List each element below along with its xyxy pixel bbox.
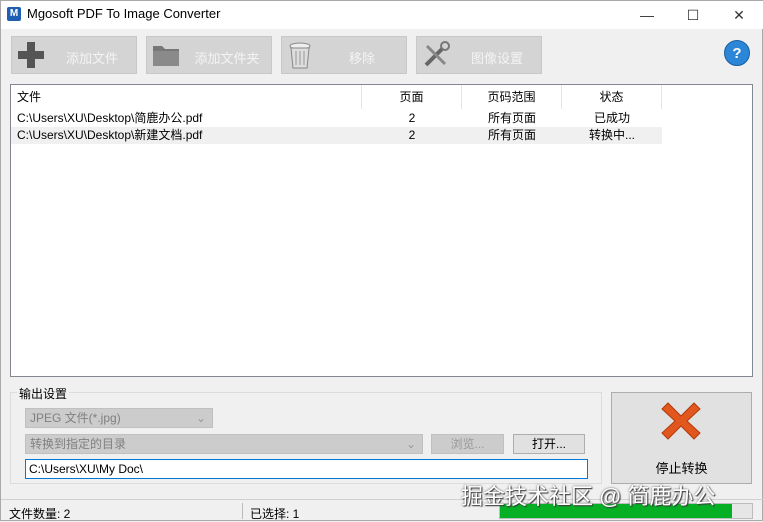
- column-header-range[interactable]: 页码范围: [462, 85, 562, 109]
- file-path: C:\Users\XU\Desktop\简鹿办公.pdf: [17, 111, 203, 125]
- close-button[interactable]: ✕: [716, 3, 762, 27]
- remove-label: 移除: [348, 51, 375, 66]
- trash-icon: [289, 42, 311, 69]
- destination-select[interactable]: 转换到指定的目录 ⌄: [25, 434, 423, 454]
- output-path-input[interactable]: C:\Users\XU\My Doc\: [25, 459, 588, 479]
- divider: [242, 503, 243, 519]
- maximize-button[interactable]: ☐: [670, 3, 716, 27]
- status: 转换中...: [588, 128, 635, 142]
- destination-value: 转换到指定的目录: [30, 437, 127, 451]
- stop-conversion-button[interactable]: 停止转换: [611, 392, 752, 484]
- status: 已成功: [593, 111, 630, 125]
- tools-icon: [424, 41, 450, 67]
- folder-icon: [153, 46, 179, 66]
- chevron-down-icon: ⌄: [405, 437, 416, 451]
- image-settings-label: 图像设置: [470, 51, 523, 66]
- add-folder-label: 添加文件夹: [194, 51, 260, 66]
- file-path: C:\Users\XU\Desktop\新建文档.pdf: [17, 128, 203, 142]
- window-title: Mgosoft PDF To Image Converter: [27, 6, 221, 21]
- column-header-file[interactable]: 文件: [11, 85, 362, 109]
- column-header-status[interactable]: 状态: [562, 85, 662, 109]
- chevron-down-icon: ⌄: [195, 411, 206, 425]
- format-select[interactable]: JPEG 文件(*.jpg) ⌄: [25, 408, 213, 428]
- selected-count: 已选择: 1: [250, 507, 300, 521]
- table-row[interactable]: C:\Users\XU\Desktop\新建文档.pdf 2 所有页面 转换中.…: [11, 127, 662, 144]
- output-settings-label: 输出设置: [17, 385, 70, 402]
- watermark: 掘金技术社区 @ 简鹿办公: [461, 484, 716, 509]
- open-button[interactable]: 打开...: [513, 434, 585, 454]
- minimize-button[interactable]: —: [624, 3, 670, 27]
- stop-x-icon: [661, 402, 701, 440]
- page-range: 所有页面: [487, 111, 536, 125]
- remove-button[interactable]: 移除: [281, 36, 407, 74]
- file-list[interactable]: 文件 页面 页码范围 状态 C:\Users\XU\Desktop\简鹿办公.p…: [10, 84, 753, 377]
- column-header-pages[interactable]: 页面: [362, 85, 462, 109]
- file-count: 文件数量: 2: [9, 507, 71, 521]
- title-bar: M Mgosoft PDF To Image Converter — ☐ ✕: [1, 1, 763, 29]
- image-settings-button[interactable]: 图像设置: [416, 36, 542, 74]
- add-folder-button[interactable]: 添加文件夹: [146, 36, 272, 74]
- table-row[interactable]: C:\Users\XU\Desktop\简鹿办公.pdf 2 所有页面 已成功: [11, 110, 662, 127]
- browse-button[interactable]: 浏览...: [431, 434, 504, 454]
- page-range: 所有页面: [487, 128, 536, 142]
- format-value: JPEG 文件(*.jpg): [30, 411, 121, 425]
- add-file-label: 添加文件: [65, 51, 118, 66]
- page-count: 2: [408, 111, 416, 125]
- add-file-button[interactable]: 添加文件: [11, 36, 137, 74]
- stop-conversion-label: 停止转换: [655, 461, 708, 476]
- plus-icon: [18, 42, 44, 68]
- page-count: 2: [408, 128, 416, 142]
- app-logo-icon: M: [7, 7, 21, 21]
- help-button[interactable]: ?: [724, 40, 750, 66]
